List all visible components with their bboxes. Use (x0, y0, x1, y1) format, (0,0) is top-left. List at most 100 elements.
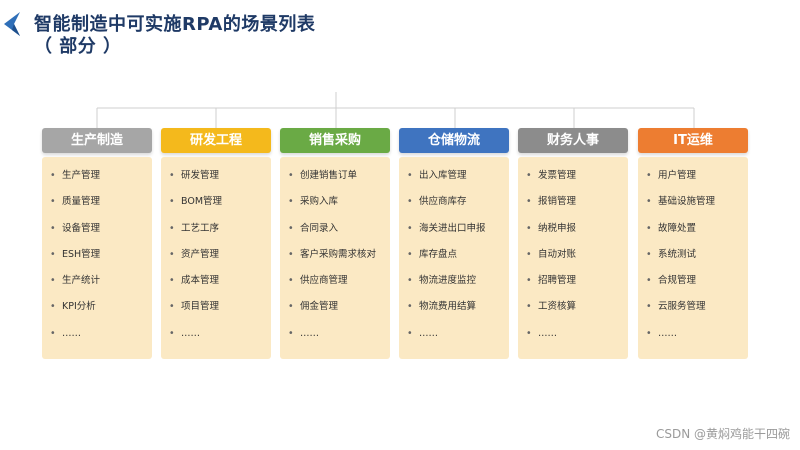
list-item: •…… (42, 321, 152, 347)
list-item: • 库存盘点 (399, 242, 509, 268)
column-sales: 销售采购 • 创建销售订单 • 采购入库 • 合同录入 • 客户采购需求核对 • 供应商管… (280, 128, 390, 359)
list-item: • 基础设施管理 (638, 189, 748, 215)
list-item: • 研发管理 (161, 163, 271, 189)
list-item: • 系统测试 (638, 242, 748, 268)
bullet-icon: • (526, 248, 532, 260)
bullet-icon: • (50, 196, 56, 208)
list-item: •…… (518, 321, 628, 347)
column-finance-hr: 财务人事 • 发票管理 • 报销管理 • 纳税申报 • 自动对账 • 招聘管理 • 工资核算… (518, 128, 628, 359)
list-item: • 采购入库 (280, 189, 390, 215)
bullet-icon: • (526, 275, 532, 287)
bullet-icon: • (50, 248, 56, 260)
list-item: • 客户采购需求核对 (280, 242, 390, 268)
bullet-icon: • (646, 170, 652, 181)
list-item: • 佣金管理 (280, 294, 390, 320)
column-body: • 创建销售订单 • 采购入库 • 合同录入 • 客户采购需求核对 • 供应商管理 • 佣金… (280, 157, 390, 359)
list-item: • 生产管理 (42, 163, 152, 189)
column-header: IT运维 (638, 128, 748, 153)
list-item: • KPI分析 (42, 294, 152, 320)
column-body: • 用户管理 • 基础设施管理 • 故障处置 • 系统测试 • 合规管理 • 云服务管理 •… (638, 157, 748, 359)
bullet-icon: • (646, 222, 652, 234)
list-item: • 报销管理 (518, 189, 628, 215)
bullet-icon: • (169, 301, 175, 313)
column-header: 研发工程 (161, 128, 271, 153)
list-item: • 物流进度监控 (399, 268, 509, 294)
bullet-icon: • (646, 327, 652, 339)
list-item: • 物流费用结算 (399, 294, 509, 320)
bullet-icon: • (288, 222, 294, 234)
list-item: • 供应商库存 (399, 189, 509, 215)
list-item: • 成本管理 (161, 268, 271, 294)
list-item: • 质量管理 (42, 189, 152, 215)
bullet-icon: • (407, 222, 413, 234)
column-production: 生产制造 • 生产管理 • 质量管理 • 设备管理 • ESH管理 • 生产统计 • KPI… (42, 128, 152, 359)
list-item: • 工艺工序 (161, 216, 271, 242)
list-item: • 生产统计 (42, 268, 152, 294)
bullet-icon: • (169, 196, 175, 208)
tree-connector (96, 92, 695, 128)
bullet-icon: • (169, 248, 175, 260)
bullet-icon: • (169, 170, 175, 181)
bullet-icon: • (407, 170, 413, 181)
bullet-icon: • (288, 248, 294, 260)
bullet-icon: • (407, 327, 413, 339)
bullet-icon: • (169, 222, 175, 234)
bullet-icon: • (646, 275, 652, 287)
scenario-columns: 生产制造 • 生产管理 • 质量管理 • 设备管理 • ESH管理 • 生产统计 • KPI… (42, 128, 752, 360)
list-item: • 合同录入 (280, 216, 390, 242)
bullet-icon: • (50, 275, 56, 287)
column-header: 生产制造 (42, 128, 152, 153)
column-header: 销售采购 (280, 128, 390, 153)
list-item: • BOM管理 (161, 189, 271, 215)
bullet-icon: • (50, 327, 56, 339)
column-logistics: 仓储物流 • 出入库管理 • 供应商库存 • 海关进出口申报 • 库存盘点 • 物流进度监… (399, 128, 509, 359)
bullet-icon: • (169, 275, 175, 287)
bullet-icon: • (646, 248, 652, 260)
bullet-icon: • (288, 275, 294, 287)
bullet-icon: • (288, 327, 294, 339)
bullet-icon: • (50, 222, 56, 234)
list-item: • 供应商管理 (280, 268, 390, 294)
bullet-icon: • (526, 196, 532, 208)
list-item: •…… (280, 321, 390, 347)
list-item: • 云服务管理 (638, 294, 748, 320)
column-body: • 发票管理 • 报销管理 • 纳税申报 • 自动对账 • 招聘管理 • 工资核算 •…… (518, 157, 628, 359)
list-item: • 创建销售订单 (280, 163, 390, 189)
list-item: • 自动对账 (518, 242, 628, 268)
bullet-icon: • (526, 327, 532, 339)
column-it-ops: IT运维 • 用户管理 • 基础设施管理 • 故障处置 • 系统测试 • 合规管理 • 云服… (638, 128, 748, 359)
column-body: • 研发管理 • BOM管理 • 工艺工序 • 资产管理 • 成本管理 • 项目管理 •…… (161, 157, 271, 359)
list-item: • 海关进出口申报 (399, 216, 509, 242)
bullet-icon: • (526, 301, 532, 313)
bullet-icon: • (50, 170, 56, 181)
list-item: •…… (638, 321, 748, 347)
list-item: • 发票管理 (518, 163, 628, 189)
watermark: CSDN @黄焖鸡能干四碗 (655, 427, 790, 441)
bullet-icon: • (526, 170, 532, 181)
list-item: •…… (399, 321, 509, 347)
list-item: • 纳税申报 (518, 216, 628, 242)
bullet-icon: • (407, 196, 413, 208)
column-header: 财务人事 (518, 128, 628, 153)
list-item: • 项目管理 (161, 294, 271, 320)
bullet-icon: • (288, 301, 294, 313)
column-body: • 出入库管理 • 供应商库存 • 海关进出口申报 • 库存盘点 • 物流进度监控 • 物流… (399, 157, 509, 359)
list-item: • ESH管理 (42, 242, 152, 268)
bullet-icon: • (646, 196, 652, 208)
bullet-icon: • (526, 222, 532, 234)
bullet-icon: • (407, 301, 413, 313)
column-header: 仓储物流 (399, 128, 509, 153)
column-rnd: 研发工程 • 研发管理 • BOM管理 • 工艺工序 • 资产管理 • 成本管理 • 项目管… (161, 128, 271, 359)
bullet-icon: • (646, 301, 652, 313)
bullet-icon: • (50, 301, 56, 313)
bullet-icon: • (169, 327, 175, 339)
list-item: • 出入库管理 (399, 163, 509, 189)
list-item: • 故障处置 (638, 216, 748, 242)
list-item: •…… (161, 321, 271, 347)
bullet-icon: • (407, 248, 413, 260)
list-item: • 工资核算 (518, 294, 628, 320)
list-item: • 资产管理 (161, 242, 271, 268)
bullet-icon: • (288, 196, 294, 208)
bullet-icon: • (407, 275, 413, 287)
list-item: • 合规管理 (638, 268, 748, 294)
